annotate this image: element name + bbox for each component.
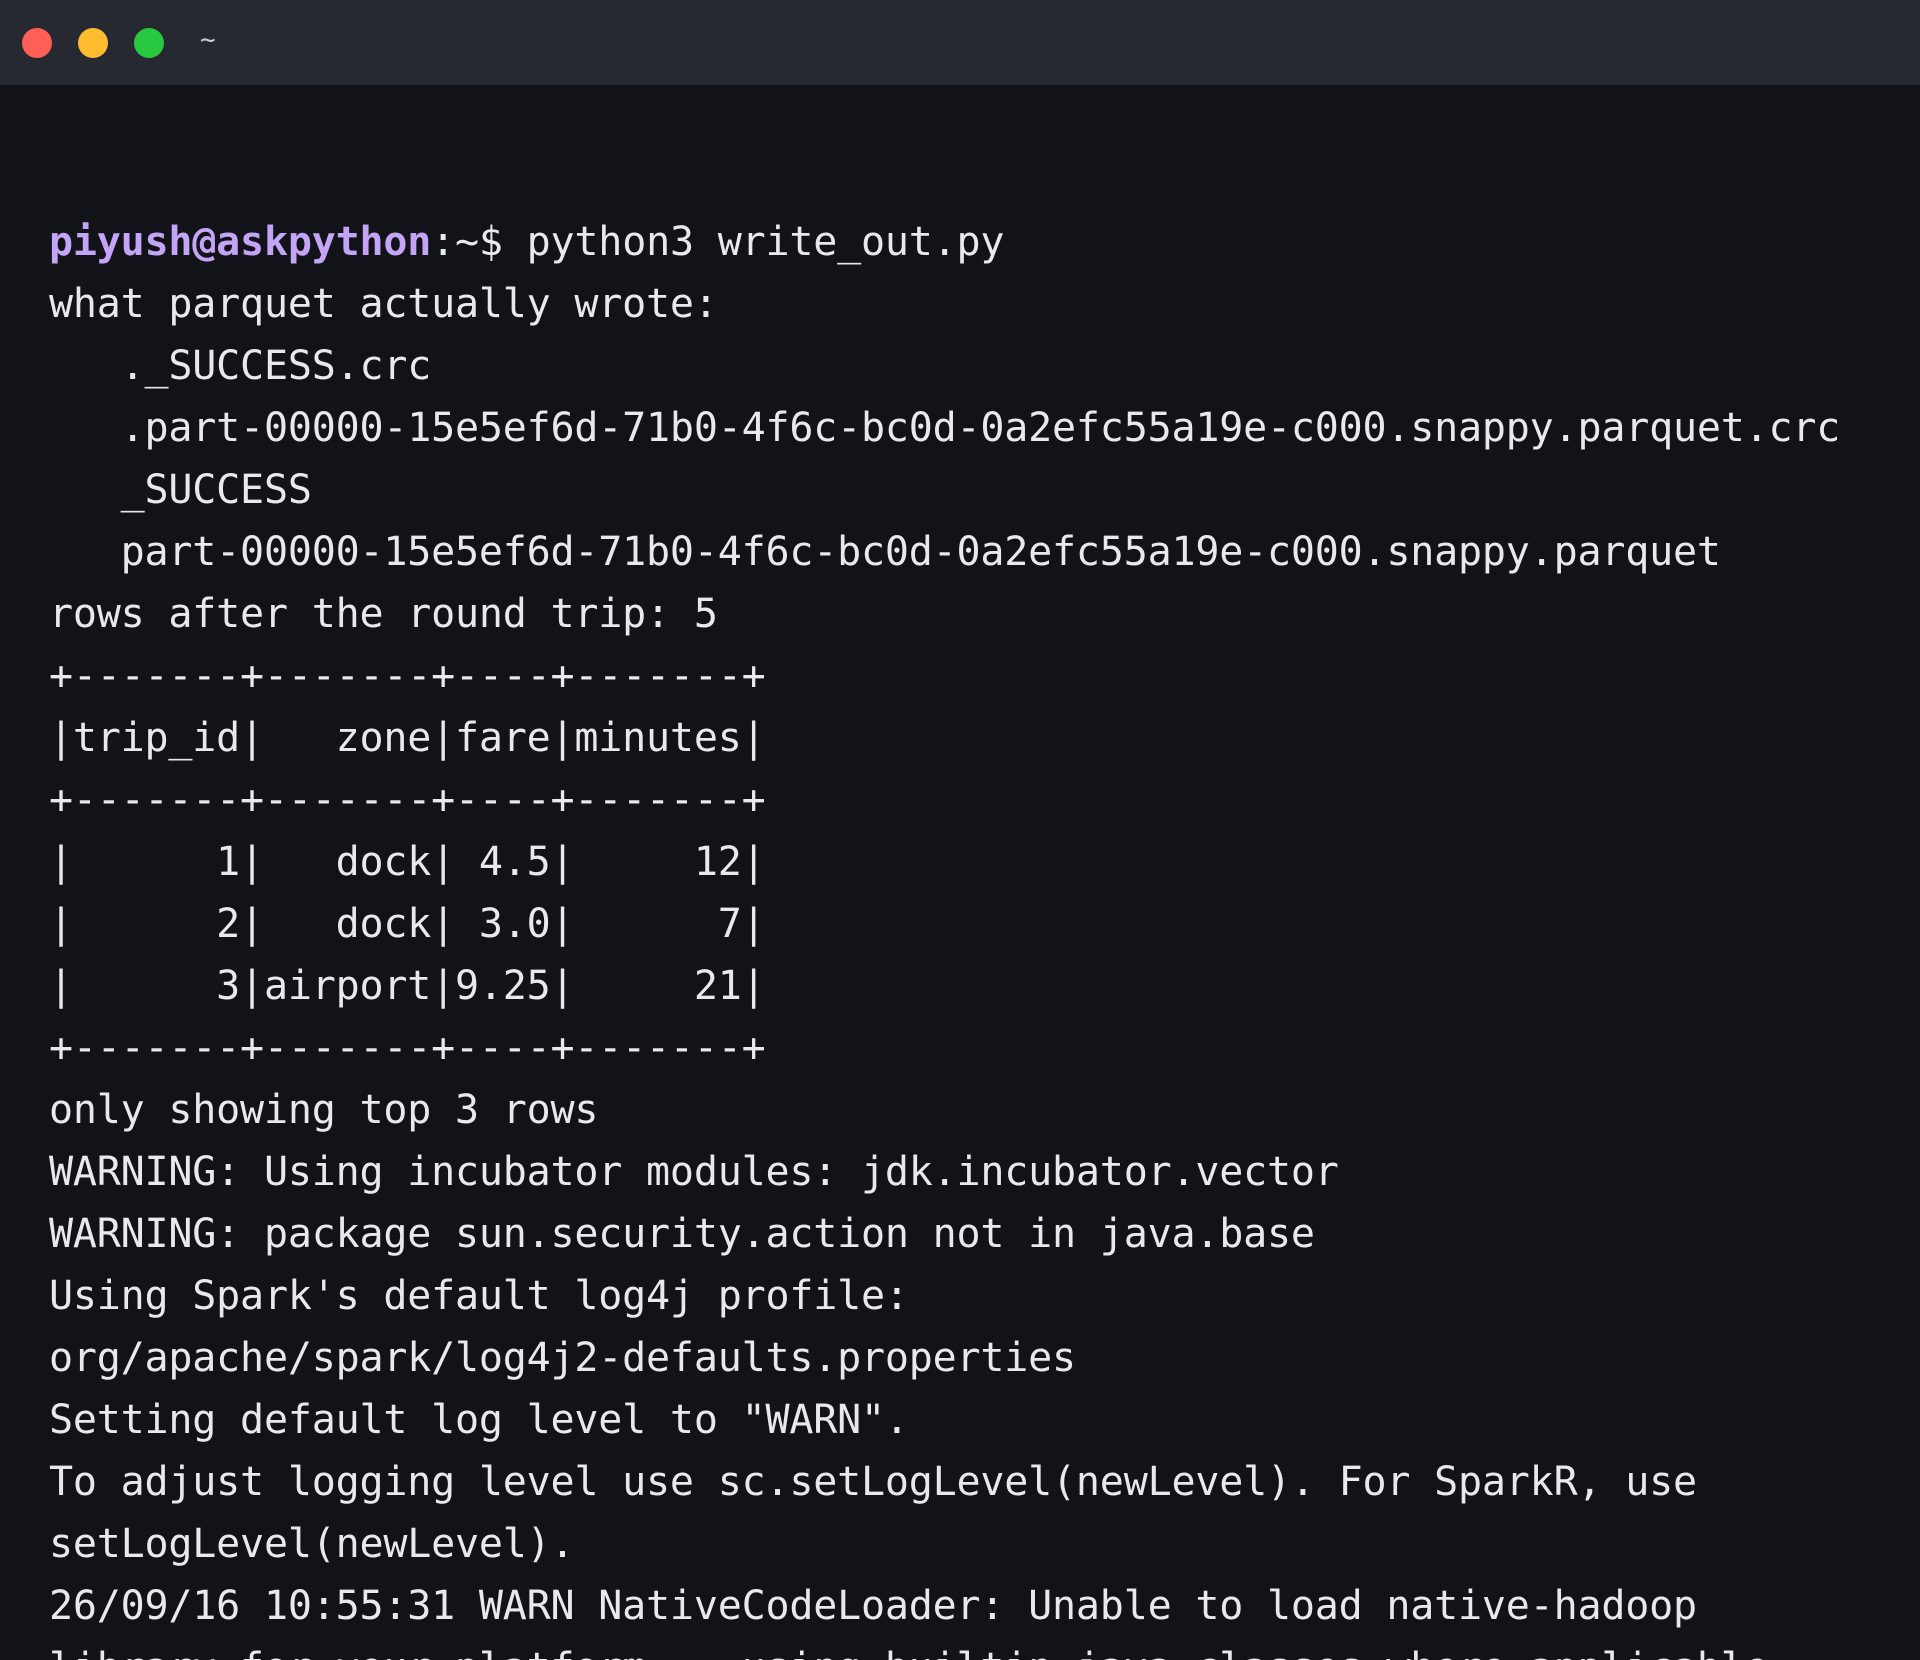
output-line: rows after the round trip: 5: [49, 591, 718, 637]
table-border: +-------+-------+----+-------+: [49, 653, 766, 699]
log-line: library for your platform... using built…: [49, 1637, 1920, 1660]
output-line: _SUCCESS: [49, 467, 312, 513]
close-button[interactable]: [22, 27, 52, 58]
log-line: org/apache/spark/log4j2-defaults.propert…: [49, 1335, 1076, 1381]
output-line: only showing top 3 rows: [49, 1087, 599, 1133]
terminal-window: ~ piyush@askpython:~$ python3 write_out.…: [0, 0, 1920, 1660]
output-line: .part-00000-15e5ef6d-71b0-4f6c-bc0d-0a2e…: [49, 405, 1841, 451]
log-line: Setting default log level to "WARN".: [49, 1397, 909, 1443]
log-line: Using Spark's default log4j profile:: [49, 1273, 909, 1319]
prompt-line: piyush@askpython:~$ python3 write_out.py: [49, 211, 1920, 273]
table-row: | 3|airport|9.25| 21|: [49, 963, 766, 1009]
table-row: | 1| dock| 4.5| 12|: [49, 839, 766, 885]
output-line: ._SUCCESS.crc: [49, 343, 432, 389]
table-border: +-------+-------+----+-------+: [49, 777, 766, 823]
prompt-path: :~$: [431, 219, 503, 265]
minimize-button[interactable]: [78, 27, 108, 58]
prompt-user-host: piyush@askpython: [49, 219, 432, 265]
table-header: |trip_id| zone|fare|minutes|: [49, 715, 766, 761]
command-text: python3 write_out.py: [502, 219, 1005, 265]
output-line: what parquet actually wrote:: [49, 281, 718, 327]
terminal-output[interactable]: piyush@askpython:~$ python3 write_out.py…: [0, 85, 1920, 1660]
warning-line: WARNING: package sun.security.action not…: [49, 1211, 1315, 1257]
table-row: | 2| dock| 3.0| 7|: [49, 901, 766, 947]
window-title: ~: [200, 24, 216, 55]
log-line: To adjust logging level use sc.setLogLev…: [49, 1459, 1697, 1505]
maximize-button[interactable]: [134, 27, 164, 58]
log-line: setLogLevel(newLevel).: [49, 1521, 575, 1567]
title-bar: ~: [0, 0, 1920, 85]
warning-line: WARNING: Using incubator modules: jdk.in…: [49, 1149, 1339, 1195]
table-border: +-------+-------+----+-------+: [49, 1025, 766, 1071]
log-line: 26/09/16 10:55:31 WARN NativeCodeLoader:…: [49, 1583, 1697, 1629]
output-line: part-00000-15e5ef6d-71b0-4f6c-bc0d-0a2ef…: [49, 529, 1721, 575]
